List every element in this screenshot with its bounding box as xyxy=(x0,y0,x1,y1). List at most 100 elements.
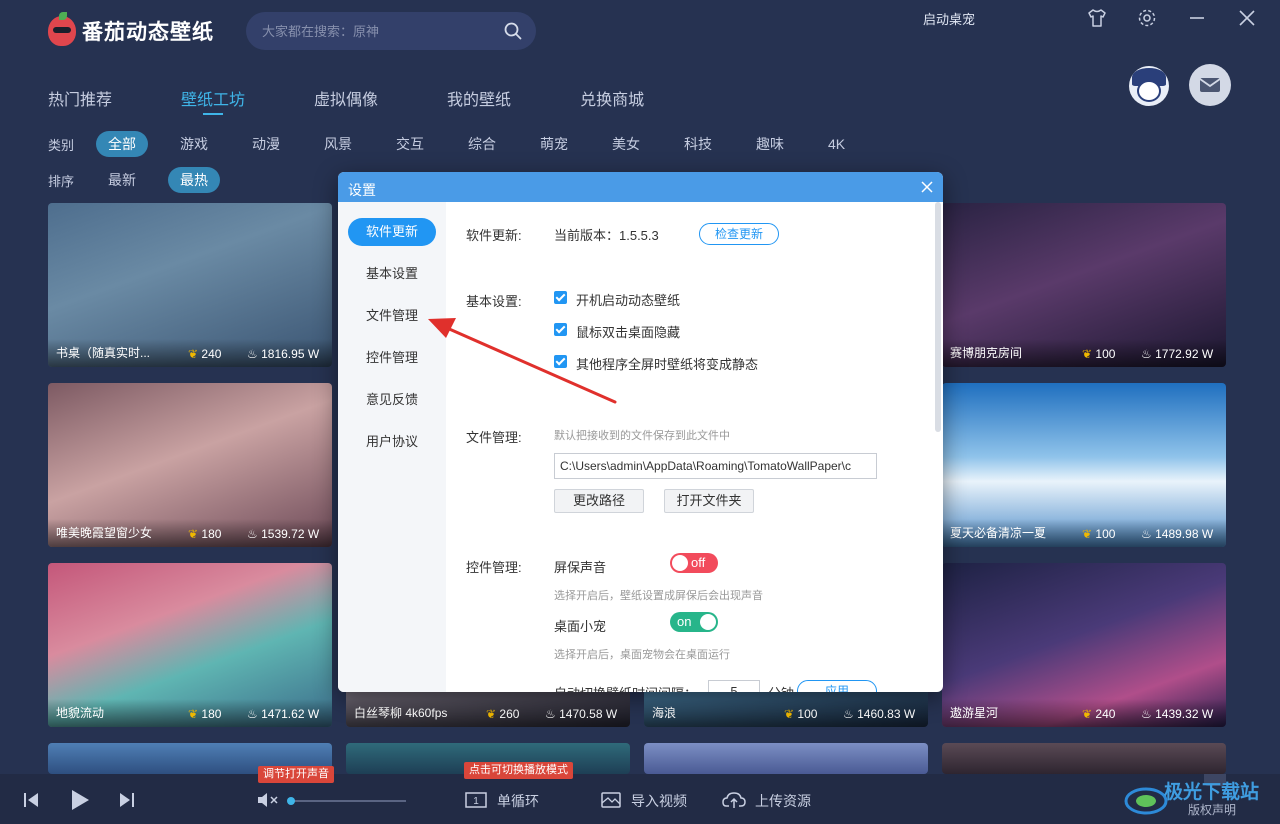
avatar[interactable] xyxy=(1129,66,1169,106)
tab-my-wallpapers[interactable]: 我的壁纸 xyxy=(447,86,511,110)
card-likes: 260 xyxy=(499,707,520,721)
search-icon[interactable] xyxy=(504,22,522,40)
category-general[interactable]: 综合 xyxy=(456,131,508,157)
category-anime[interactable]: 动漫 xyxy=(240,131,292,157)
card-title: 夏天必备清凉一夏 xyxy=(950,526,1047,540)
settings-scrollbar[interactable] xyxy=(935,202,941,432)
tab-exchange-store[interactable]: 兑换商城 xyxy=(580,86,644,110)
category-beauty[interactable]: 美女 xyxy=(600,131,652,157)
play-icon[interactable] xyxy=(70,789,90,811)
screensaver-sound-toggle[interactable]: off xyxy=(670,553,718,573)
dblclick-hide-checkbox[interactable] xyxy=(554,323,567,336)
previous-icon[interactable] xyxy=(22,792,40,808)
app-logo: 番茄动态壁纸 xyxy=(48,12,214,46)
mail-icon[interactable] xyxy=(1189,64,1231,106)
side-item-feedback[interactable]: 意见反馈 xyxy=(348,386,436,414)
category-label: 类别 xyxy=(48,137,75,153)
category-interactive[interactable]: 交互 xyxy=(384,131,436,157)
app-name: 番茄动态壁纸 xyxy=(82,21,214,44)
switch-interval-input[interactable]: 5 xyxy=(708,680,760,692)
sort-newest[interactable]: 最新 xyxy=(96,167,148,193)
tab-wallpaper-workshop[interactable]: 壁纸工坊 xyxy=(181,86,245,115)
next-icon[interactable] xyxy=(118,792,136,808)
card-likes: 100 xyxy=(797,707,818,721)
flame-icon: ♨ xyxy=(247,347,258,361)
files-hint: 默认把接收到的文件保存到此文件中 xyxy=(554,430,730,442)
card-title: 书桌（随真实时... xyxy=(56,346,151,360)
save-path-field[interactable]: C:\Users\admin\AppData\Roaming\TomatoWal… xyxy=(554,453,877,479)
leaf-icon: ❦ xyxy=(1082,707,1093,721)
wallpaper-card[interactable]: 赛博朋克房间 ❦ 100 ♨ 1772.92 W xyxy=(942,203,1226,367)
volume-slider[interactable] xyxy=(290,800,406,802)
side-item-basic[interactable]: 基本设置 xyxy=(348,260,436,288)
change-path-button[interactable]: 更改路径 xyxy=(554,489,644,513)
search-box[interactable] xyxy=(246,12,536,50)
category-4k[interactable]: 4K xyxy=(816,131,857,157)
side-item-files[interactable]: 文件管理 xyxy=(348,302,436,330)
close-icon[interactable] xyxy=(1236,7,1258,29)
main-nav-tabs: 热门推荐 壁纸工坊 虚拟偶像 我的壁纸 兑换商城 xyxy=(48,86,713,115)
card-title: 海浪 xyxy=(652,706,677,720)
apply-button[interactable]: 应用 xyxy=(797,680,877,692)
wallpaper-card[interactable] xyxy=(644,743,928,774)
volume-slider-handle[interactable] xyxy=(287,797,295,805)
dialog-close-icon[interactable] xyxy=(919,179,935,195)
loop-mode-button[interactable]: 单循环 xyxy=(497,791,539,811)
category-fun[interactable]: 趣味 xyxy=(744,131,796,157)
bottom-player-bar: 1 单循环 导入视频 上传资源 xyxy=(0,774,1280,824)
card-title: 地貌流动 xyxy=(56,706,105,720)
import-video-icon[interactable] xyxy=(600,791,622,809)
sort-filter: 排序 最新 最热 xyxy=(48,167,240,193)
loop-icon[interactable]: 1 xyxy=(464,791,488,809)
card-title: 唯美晚霞望窗少女 xyxy=(56,526,153,540)
sort-hottest[interactable]: 最热 xyxy=(168,167,220,193)
category-tech[interactable]: 科技 xyxy=(672,131,724,157)
check-update-button[interactable]: 检查更新 xyxy=(699,223,779,245)
tab-virtual-idol[interactable]: 虚拟偶像 xyxy=(314,86,378,110)
tab-hot[interactable]: 热门推荐 xyxy=(48,86,112,110)
card-heat: 1816.95 W xyxy=(261,347,320,361)
fullscreen-static-checkbox[interactable] xyxy=(554,355,567,368)
launch-desktop-pet-button[interactable]: 启动桌宠 xyxy=(923,9,975,28)
upload-cloud-icon[interactable] xyxy=(722,790,746,810)
autostart-checkbox[interactable] xyxy=(554,291,567,304)
side-item-update[interactable]: 软件更新 xyxy=(348,218,436,246)
open-folder-button[interactable]: 打开文件夹 xyxy=(664,489,754,513)
card-likes: 180 xyxy=(201,707,222,721)
wallpaper-card[interactable] xyxy=(942,743,1226,774)
watermark-copyright: 版权声明 xyxy=(1188,803,1237,817)
switch-interval-unit: 分钟 xyxy=(768,683,794,692)
side-item-agreement[interactable]: 用户协议 xyxy=(348,428,436,456)
category-all[interactable]: 全部 xyxy=(96,131,148,157)
card-title: 赛博朋克房间 xyxy=(950,346,1023,360)
gear-icon[interactable] xyxy=(1136,7,1158,29)
wallpaper-card[interactable]: 遨游星河 ❦ 240 ♨ 1439.32 W xyxy=(942,563,1226,727)
search-input[interactable] xyxy=(262,12,502,50)
side-item-controls[interactable]: 控件管理 xyxy=(348,344,436,372)
card-likes: 180 xyxy=(201,527,222,541)
wallpaper-card[interactable]: 书桌（随真实时... ❦ 240 ♨ 1816.95 W xyxy=(48,203,332,367)
update-section-label: 软件更新: xyxy=(466,228,522,243)
upload-resource-button[interactable]: 上传资源 xyxy=(755,791,811,811)
category-scenery[interactable]: 风景 xyxy=(312,131,364,157)
leaf-icon: ❦ xyxy=(188,527,199,541)
leaf-icon: ❦ xyxy=(784,707,795,721)
watermark-site: 极光下载站 xyxy=(1164,782,1260,803)
wallpaper-card[interactable]: 夏天必备清凉一夏 ❦ 100 ♨ 1489.98 W xyxy=(942,383,1226,547)
category-game[interactable]: 游戏 xyxy=(168,131,220,157)
dialog-title: 设置 xyxy=(348,182,376,198)
wallpaper-card[interactable]: 地貌流动 ❦ 180 ♨ 1471.62 W xyxy=(48,563,332,727)
card-likes: 240 xyxy=(1095,707,1116,721)
card-heat: 1471.62 W xyxy=(261,707,320,721)
import-video-button[interactable]: 导入视频 xyxy=(631,791,687,811)
mute-icon[interactable] xyxy=(257,792,279,808)
autostart-label: 开机启动动态壁纸 xyxy=(576,293,681,308)
card-heat: 1772.92 W xyxy=(1155,347,1214,361)
category-pets[interactable]: 萌宠 xyxy=(528,131,580,157)
tomato-logo-icon xyxy=(48,12,76,46)
desktop-pet-toggle[interactable]: on xyxy=(670,612,718,632)
minimize-icon[interactable] xyxy=(1186,7,1208,29)
wallpaper-card[interactable]: 唯美晚霞望窗少女 ❦ 180 ♨ 1539.72 W xyxy=(48,383,332,547)
tshirt-icon[interactable] xyxy=(1086,7,1108,29)
flame-icon: ♨ xyxy=(1141,347,1152,361)
